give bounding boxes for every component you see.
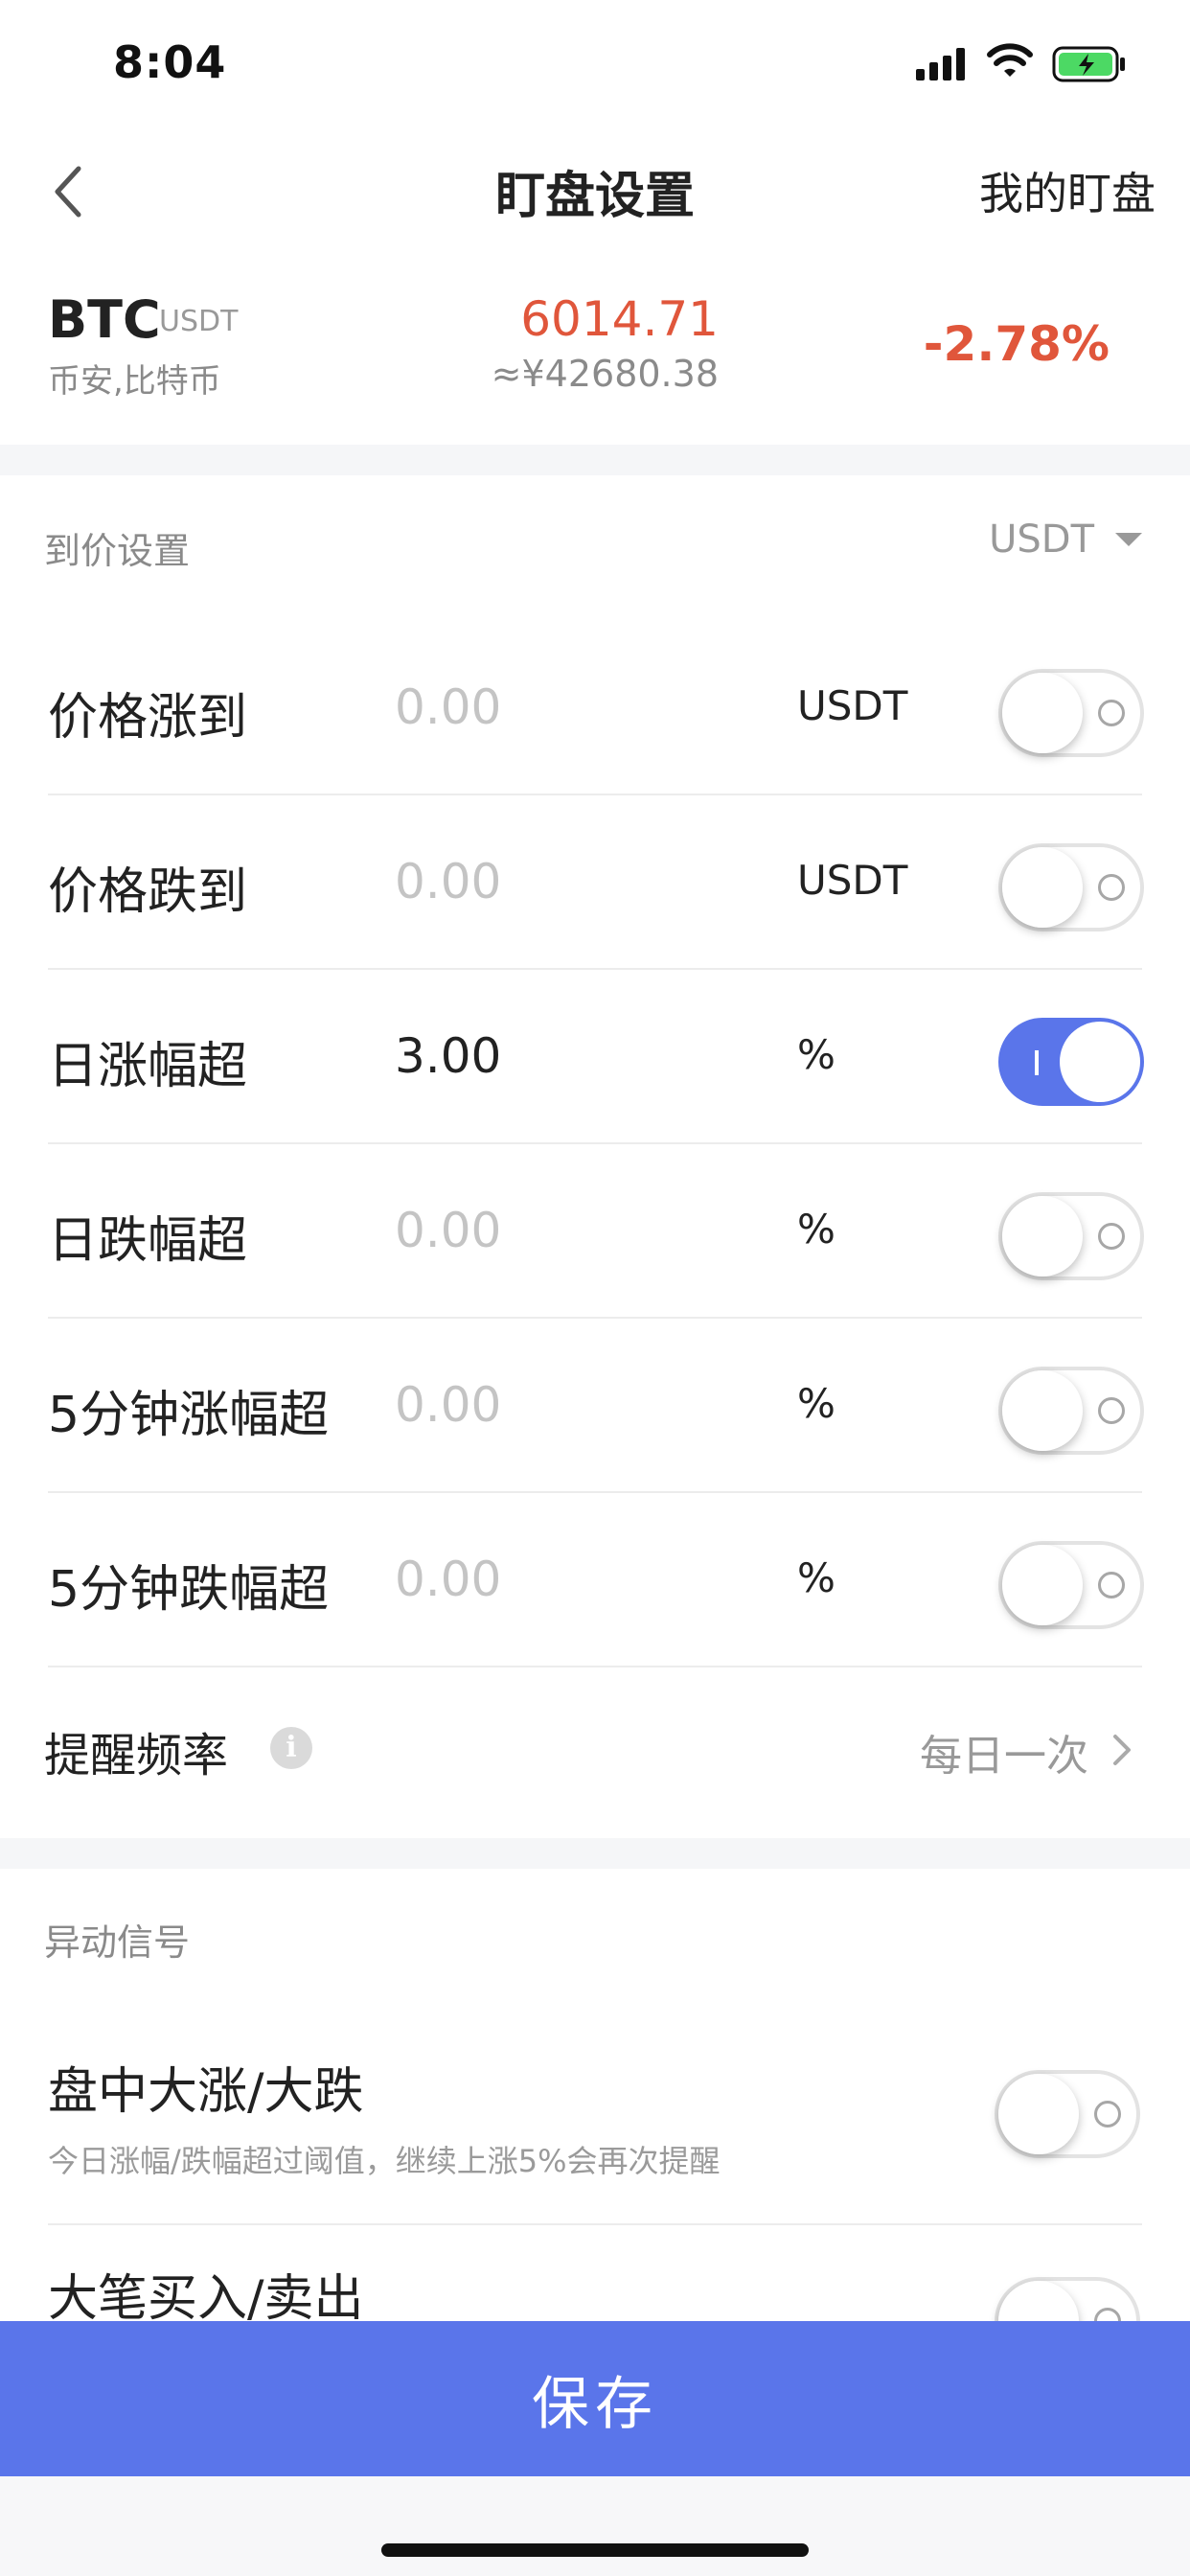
toggle-off-mark — [1094, 2101, 1121, 2128]
alert-toggle[interactable] — [998, 1192, 1144, 1280]
save-button[interactable]: 保存 — [0, 2321, 1190, 2476]
alert-row: 日涨幅超% — [48, 970, 1144, 1144]
coin-symbol: BTC — [48, 289, 161, 350]
signal-icon — [916, 48, 965, 80]
frequency-label: 提醒频率 — [44, 1729, 229, 1782]
toggle-knob — [1002, 673, 1083, 753]
alert-toggle[interactable] — [998, 843, 1144, 932]
alert-unit: USDT — [797, 857, 908, 904]
currency-value: USDT — [989, 518, 1094, 562]
chevron-right-icon — [1113, 1735, 1131, 1765]
alert-label: 价格跌到 — [48, 863, 248, 921]
frequency-row[interactable]: 提醒频率 i 每日一次 — [44, 1664, 1146, 1836]
alert-value-input[interactable] — [395, 845, 759, 918]
toggle-knob — [1002, 1545, 1083, 1625]
section-divider — [0, 445, 1190, 475]
alert-row: 价格涨到 USDT — [48, 621, 1144, 795]
coin-price: 6014.71 — [520, 291, 719, 347]
home-indicator — [381, 2543, 809, 2557]
toggle-knob — [998, 2074, 1079, 2154]
signal-title: 盘中大涨/大跌 — [48, 2063, 364, 2121]
toggle-off-mark — [1098, 874, 1125, 901]
toggle-knob — [1002, 847, 1083, 928]
coin-name: 币安,比特币 — [48, 362, 221, 401]
home-indicator-area — [0, 2476, 1190, 2576]
toggle-off-mark — [1098, 1572, 1125, 1598]
toggle-knob — [1002, 1196, 1083, 1276]
alert-toggle[interactable] — [998, 1367, 1144, 1455]
alert-value-input[interactable] — [395, 671, 759, 744]
toggle-off-mark — [1098, 700, 1125, 726]
frequency-value: 每日一次 — [920, 1732, 1088, 1781]
caret-down-icon — [1115, 533, 1142, 546]
my-watchlist-link[interactable]: 我的盯盘 — [979, 159, 1156, 222]
signal-toggle[interactable] — [995, 2070, 1140, 2158]
alert-unit: % — [797, 1554, 835, 1601]
nav-bar: 盯盘设置 我的盯盘 — [0, 126, 1190, 257]
signal-description: 今日涨幅/跌幅超过阈值，继续上涨5%会再次提醒 — [48, 2143, 721, 2179]
section-title: 到价设置 — [44, 530, 191, 572]
toggle-off-mark — [1098, 1397, 1125, 1424]
toggle-off-mark — [1098, 1223, 1125, 1250]
alert-row: 日跌幅超% — [48, 1144, 1144, 1319]
battery-icon — [1052, 46, 1125, 82]
toggle-knob — [1060, 1022, 1140, 1102]
alert-unit: % — [797, 1380, 835, 1427]
coin-quote: USDT — [159, 305, 239, 338]
alert-row: 价格跌到 USDT — [48, 795, 1144, 970]
alert-value-input[interactable] — [395, 1194, 759, 1267]
alert-unit: % — [797, 1031, 835, 1078]
alert-toggle[interactable] — [998, 1018, 1144, 1106]
alert-label: 日跌幅超 — [48, 1212, 248, 1270]
alert-toggle[interactable] — [998, 1541, 1144, 1629]
alert-row: 5分钟涨幅超% — [48, 1319, 1144, 1493]
alert-label: 日涨幅超 — [48, 1038, 248, 1095]
alert-label: 5分钟跌幅超 — [48, 1561, 330, 1619]
alert-toggle[interactable] — [998, 669, 1144, 757]
currency-select[interactable]: USDT — [989, 518, 1142, 562]
info-icon[interactable]: i — [270, 1727, 312, 1769]
alert-value-input[interactable] — [395, 1020, 759, 1092]
toggle-knob — [1002, 1370, 1083, 1451]
status-time: 8:04 — [113, 36, 227, 88]
section-divider — [0, 1838, 1190, 1869]
signal-row: 盘中大涨/大跌今日涨幅/跌幅超过阈值，继续上涨5%会再次提醒 — [48, 2018, 1142, 2225]
coin-change: -2.78% — [923, 316, 1110, 372]
price-section-header: 到价设置 USDT — [0, 489, 1190, 604]
alert-value-input[interactable] — [395, 1368, 759, 1441]
alert-value-input[interactable] — [395, 1543, 759, 1616]
status-bar: 8:04 — [0, 0, 1190, 126]
alert-unit: % — [797, 1206, 835, 1253]
signal-section-header: 异动信号 — [0, 1880, 1190, 1995]
toggle-on-mark — [1035, 1050, 1039, 1075]
alert-label: 5分钟涨幅超 — [48, 1387, 330, 1444]
coin-price-cny: ≈¥42680.38 — [491, 353, 719, 395]
signal-title: 大笔买入/卖出 — [48, 2270, 364, 2328]
wifi-icon — [987, 43, 1033, 77]
alert-row: 5分钟跌幅超% — [48, 1493, 1144, 1668]
coin-header: BTC USDT 币安,比特币 6014.71 ≈¥42680.38 -2.78… — [0, 270, 1190, 443]
section-title: 异动信号 — [44, 1921, 191, 1964]
alert-unit: USDT — [797, 682, 908, 729]
alert-label: 价格涨到 — [48, 689, 248, 747]
